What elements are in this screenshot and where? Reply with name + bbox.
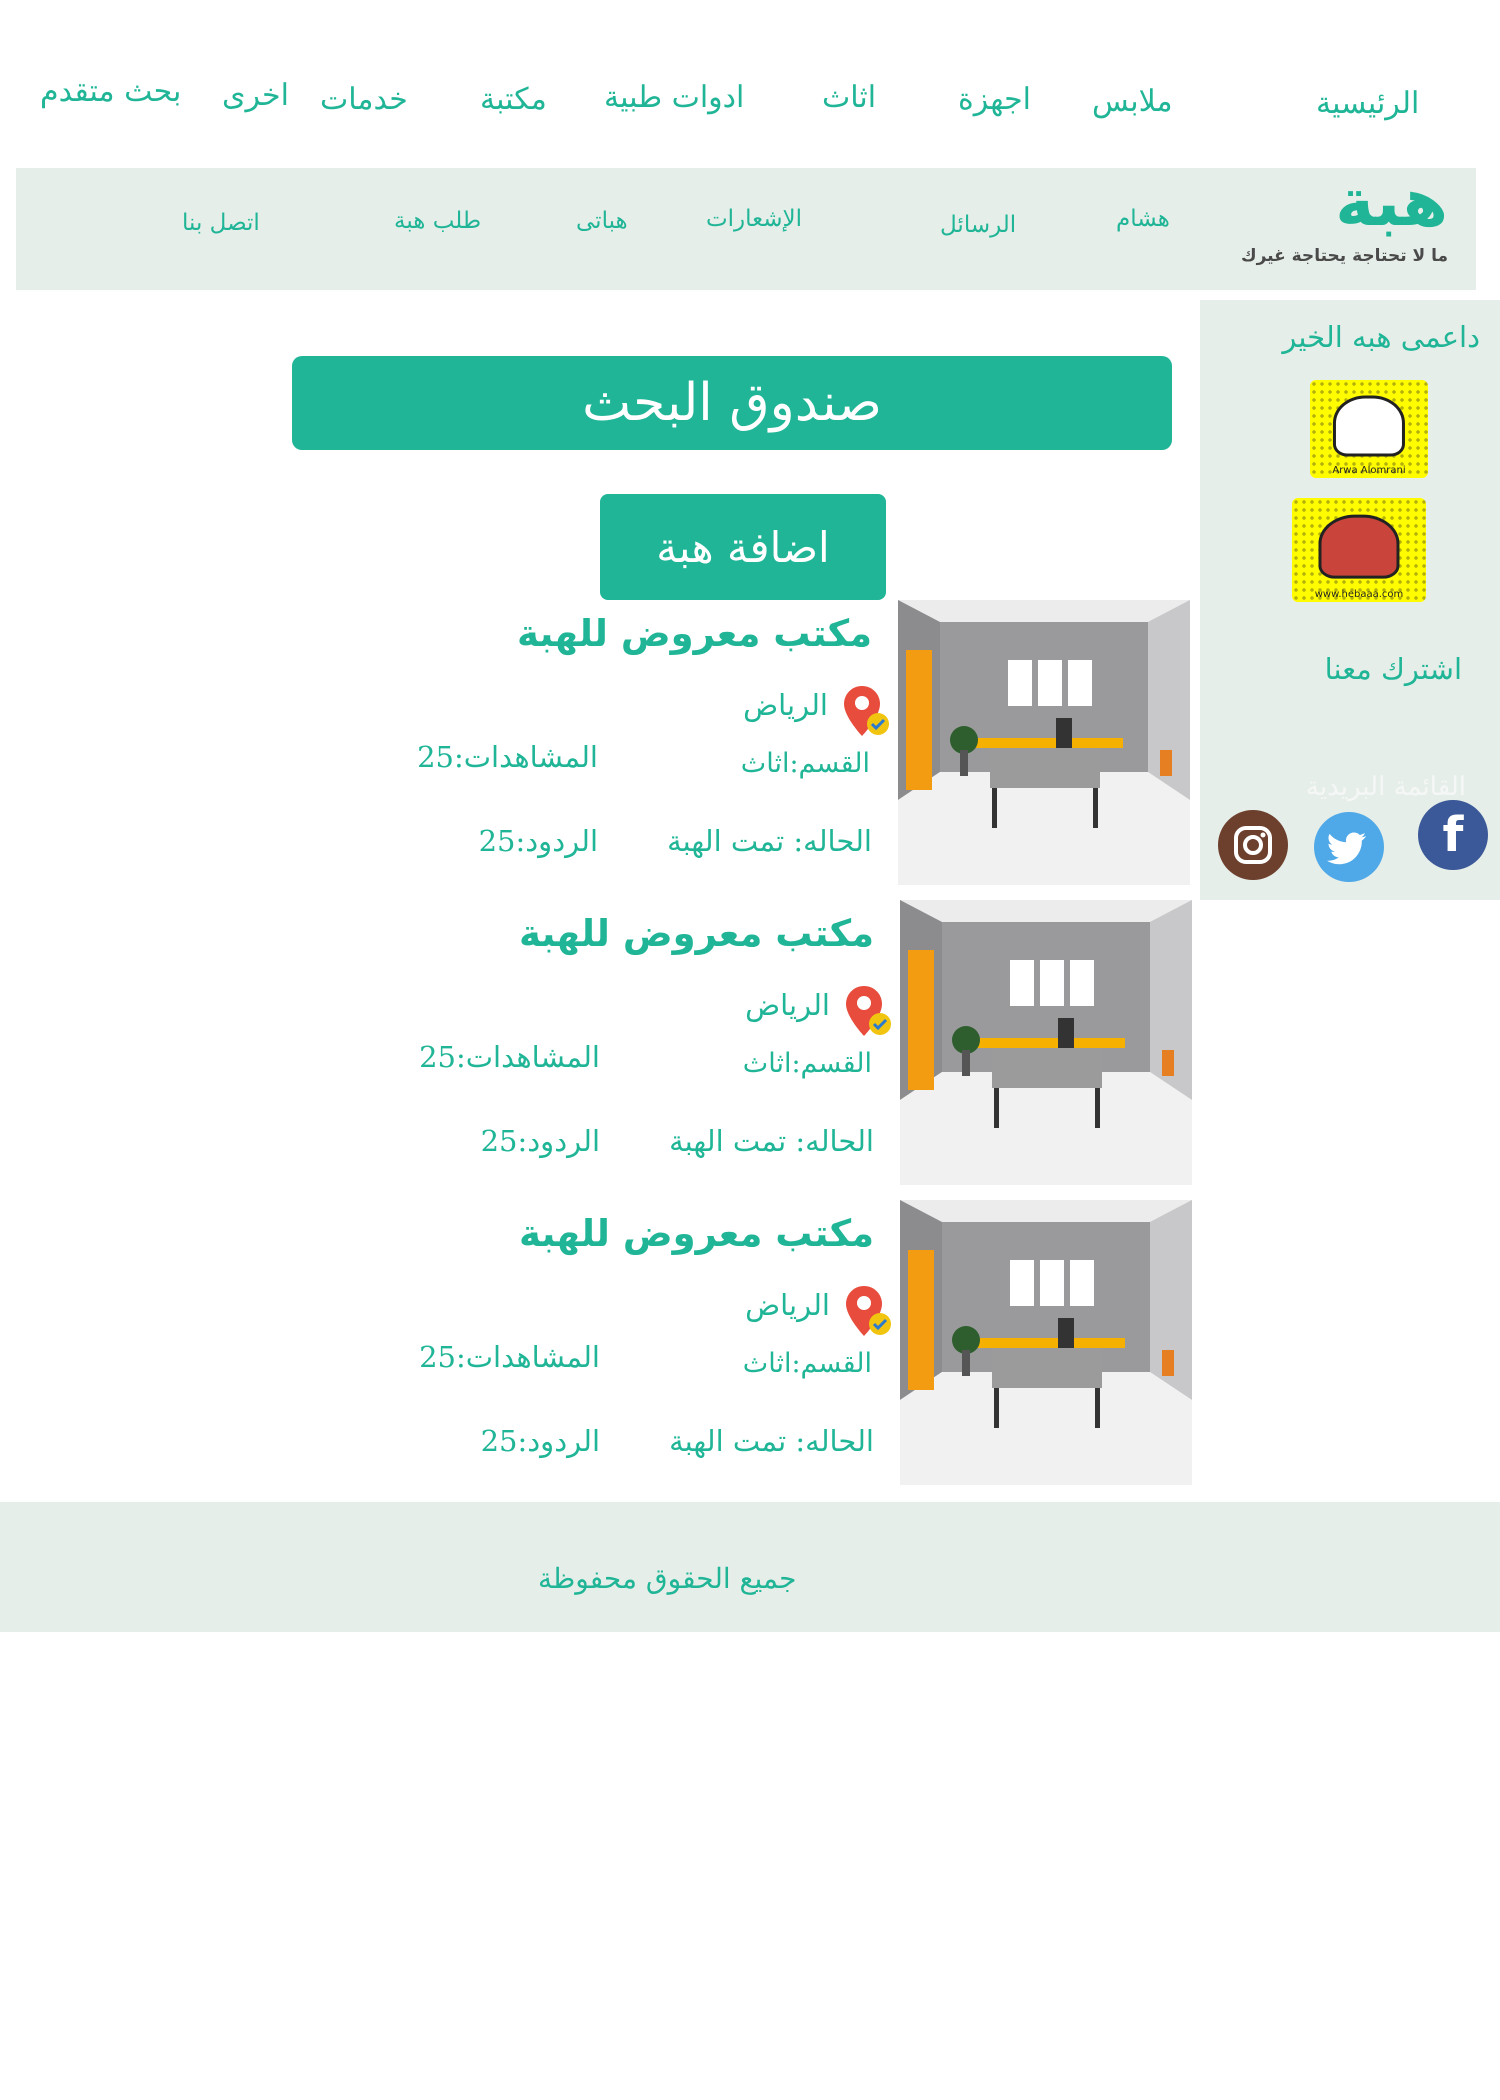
sponsor-snapcode-1[interactable]: Arwa Alomrani	[1310, 380, 1428, 478]
listing-category: القسم:اثاث	[742, 1348, 872, 1379]
location-pin-icon	[844, 686, 889, 736]
twitter-icon[interactable]	[1314, 812, 1384, 882]
sponsor-snapcode-2[interactable]: www.hebaaa.com	[1292, 498, 1426, 602]
nav-services[interactable]: خدمات	[320, 82, 408, 117]
listing-category: القسم:اثاث	[740, 748, 870, 779]
nav-advanced-search[interactable]: بحث متقدم	[40, 74, 181, 109]
location-pin-icon	[844, 1284, 892, 1340]
listing-status: الحاله: تمت الهبة	[669, 1124, 874, 1158]
subnav-messages[interactable]: الرسائل	[940, 212, 1016, 238]
listing-replies: الردود:25	[478, 824, 598, 858]
listing-location: الرياض	[745, 1288, 830, 1322]
listing-location: الرياض	[745, 988, 830, 1022]
listing-card[interactable]: مكتب معروض للهبة الرياض القسم:اثاث المشا…	[292, 1200, 1192, 1485]
listing-photo-illustration	[900, 1200, 1192, 1485]
listing-title[interactable]: مكتب معروض للهبة	[517, 612, 872, 655]
listing-views: المشاهدات:25	[419, 1040, 600, 1074]
add-gift-label: اضافة هبة	[656, 522, 830, 572]
nav-devices[interactable]: اجهزة	[958, 82, 1031, 117]
nav-library[interactable]: مكتبة	[480, 82, 547, 117]
logo-wordmark: هبة	[1335, 164, 1448, 241]
subnav-my-gifts[interactable]: هباتى	[576, 208, 628, 234]
header-bar: هبة ما لا تحتاجة يحتاجة غيرك هشام الرسائ…	[16, 164, 1476, 290]
nav-medical-tools[interactable]: ادوات طبية	[604, 80, 744, 115]
nav-furniture[interactable]: اثاث	[822, 80, 876, 115]
snapchat-ghost-icon	[1318, 514, 1400, 579]
instagram-icon[interactable]	[1218, 810, 1288, 880]
listing-card[interactable]: مكتب معروض للهبة الرياض القسم:اثاث المشا…	[290, 600, 1190, 885]
subnav-contact-us[interactable]: اتصل بنا	[182, 210, 260, 236]
search-box-label: صندوق البحث	[582, 373, 882, 433]
location-pin-icon	[846, 1286, 891, 1336]
location-pin-icon	[846, 986, 891, 1036]
instagram-camera-icon	[1234, 826, 1272, 864]
subscribe-link[interactable]: اشترك معنا	[1325, 652, 1462, 686]
logo-tagline: ما لا تحتاجة يحتاجة غيرك	[1241, 246, 1448, 266]
listing-title[interactable]: مكتب معروض للهبة	[519, 1212, 874, 1255]
listing-photo-illustration	[898, 600, 1190, 885]
snapchat-ghost-icon	[1332, 395, 1406, 457]
listing-views: المشاهدات:25	[417, 740, 598, 774]
location-pin-icon	[844, 984, 892, 1040]
listing-replies: الردود:25	[480, 1424, 600, 1458]
listing-location: الرياض	[743, 688, 828, 722]
nav-other[interactable]: اخرى	[222, 78, 289, 113]
listing-photo[interactable]	[900, 1200, 1192, 1485]
search-box-banner[interactable]: صندوق البحث	[292, 356, 1172, 450]
mailing-list-label: القائمة البريدية	[1305, 772, 1466, 802]
facebook-icon[interactable]: f	[1418, 800, 1488, 870]
listing-photo[interactable]	[900, 900, 1192, 1185]
listing-status: الحاله: تمت الهبة	[669, 1424, 874, 1458]
subnav-request-gift[interactable]: طلب هبة	[394, 208, 481, 234]
listing-photo-illustration	[900, 900, 1192, 1185]
nav-home[interactable]: الرئيسية	[1316, 86, 1419, 121]
sponsor-caption-2: www.hebaaa.com	[1314, 589, 1404, 600]
listing-views: المشاهدات:25	[419, 1340, 600, 1374]
sidebar: داعمى هبه الخير Arwa Alomrani www.hebaaa…	[1200, 300, 1500, 900]
subnav-user-hisham[interactable]: هشام	[1116, 206, 1170, 232]
site-logo[interactable]: هبة ما لا تحتاجة يحتاجة غيرك	[1236, 164, 1456, 286]
twitter-bird-icon	[1327, 832, 1366, 865]
add-gift-button[interactable]: اضافة هبة	[600, 494, 886, 600]
nav-clothes[interactable]: ملابس	[1092, 84, 1173, 119]
listing-status: الحاله: تمت الهبة	[667, 824, 872, 858]
listing-title[interactable]: مكتب معروض للهبة	[519, 912, 874, 955]
footer: جميع الحقوق محفوظة	[0, 1502, 1500, 1632]
copyright-text: جميع الحقوق محفوظة	[538, 1562, 797, 1595]
listing-category: القسم:اثاث	[742, 1048, 872, 1079]
location-pin-icon	[842, 684, 890, 740]
listing-card[interactable]: مكتب معروض للهبة الرياض القسم:اثاث المشا…	[292, 900, 1192, 1185]
sponsor-caption-1: Arwa Alomrani	[1332, 465, 1406, 476]
listing-replies: الردود:25	[480, 1124, 600, 1158]
listing-photo[interactable]	[898, 600, 1190, 885]
subnav-notifications[interactable]: الإشعارات	[706, 206, 802, 232]
sidebar-title: داعمى هبه الخير	[1282, 320, 1480, 354]
